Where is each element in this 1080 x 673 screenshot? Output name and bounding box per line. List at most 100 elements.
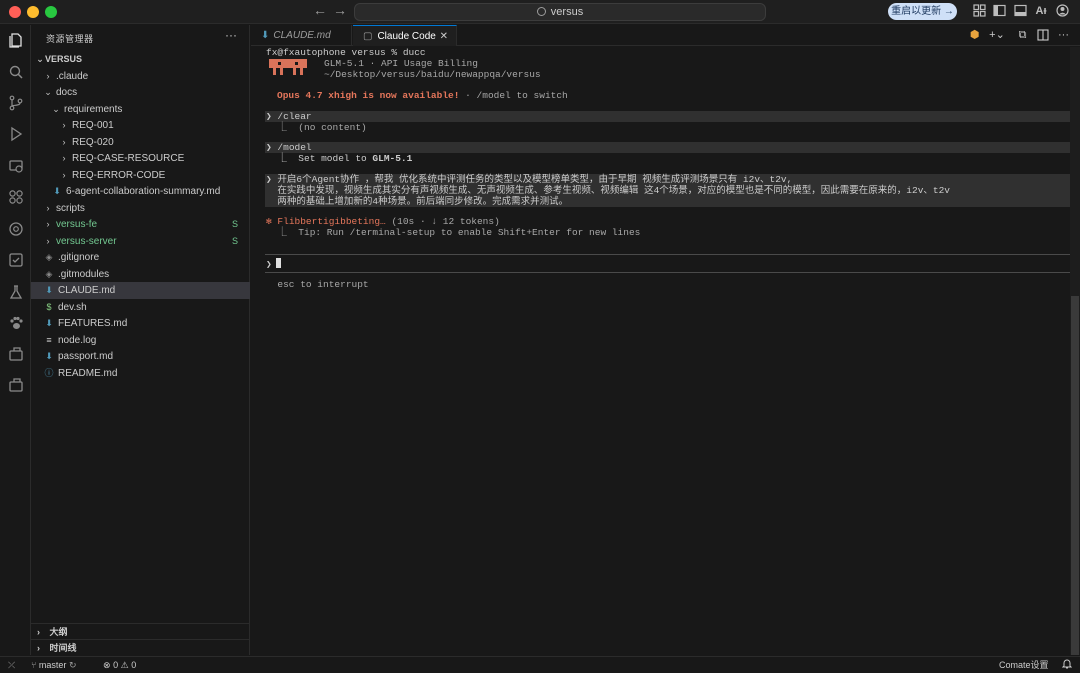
tree-item-label: requirements [64, 103, 123, 115]
tree-folder[interactable]: › scripts [31, 200, 250, 217]
search-icon[interactable] [7, 64, 24, 81]
claude-logo-icon [269, 59, 307, 75]
window-minimize-button[interactable] [27, 6, 39, 18]
toggle-panel-icon[interactable] [1013, 4, 1027, 18]
tree-folder[interactable]: › versus-server S [31, 233, 250, 250]
font-size-icon[interactable]: Aᵻ [1034, 4, 1048, 18]
tree-folder[interactable]: › REQ-020 [31, 134, 250, 151]
tree-file[interactable]: ≡ node.log [31, 332, 250, 349]
back-arrow-icon[interactable]: ← [313, 2, 327, 18]
tab-claude-code[interactable]: ▢ Claude Code ✕ [353, 25, 457, 46]
source-control-icon[interactable] [7, 95, 24, 112]
tree-item-label: REQ-ERROR-CODE [72, 169, 166, 181]
explorer-header: 资源管理器 [46, 34, 94, 44]
tree-folder[interactable]: › REQ-001 [31, 117, 250, 134]
panel-window-icon[interactable] [7, 346, 24, 363]
tree-file[interactable]: ⬇ FEATURES.md [31, 315, 250, 332]
model-output-line: ⎿ Set model to GLM-5.1 [266, 153, 412, 164]
chevron-right-icon: › [62, 153, 66, 163]
tree-file[interactable]: ◈ .gitmodules [31, 266, 250, 283]
remote-indicator-icon[interactable]: ⤫ [8, 657, 15, 673]
git-branch-label: master [38, 660, 67, 670]
toggle-primary-sidebar-icon[interactable] [992, 4, 1006, 18]
cube-icon[interactable]: ⬢ [968, 29, 981, 42]
forward-arrow-icon[interactable]: → [333, 2, 347, 18]
flask-icon[interactable] [7, 284, 24, 301]
run-debug-icon[interactable] [7, 126, 24, 143]
tree-file[interactable]: ⓘ README.md [31, 365, 250, 382]
tab-claude-md[interactable]: ⬇ CLAUDE.md [251, 25, 352, 46]
chevron-right-icon: › [46, 219, 50, 229]
more-actions-icon[interactable]: ··· [1057, 29, 1070, 42]
status-meta: (10s · ↓ 12 tokens) [385, 216, 500, 227]
clear-command: ❯ /clear [266, 111, 312, 122]
chevron-down-icon: ⌄ [52, 103, 60, 114]
explorer-more-actions-icon[interactable]: ··· [225, 28, 237, 42]
tree-file[interactable]: ◈ .gitignore [31, 249, 250, 266]
window-close-button[interactable] [9, 6, 21, 18]
tree-item-label: scripts [56, 202, 85, 214]
timeline-label: 时间线 [49, 643, 77, 653]
tree-item-label: passport.md [58, 351, 114, 362]
input-separator-bottom [265, 272, 1070, 273]
tree-file[interactable]: ⬇ passport.md [31, 348, 250, 365]
log-file-icon: ≡ [46, 334, 52, 345]
extensions-icon[interactable] [7, 189, 24, 206]
chevron-right-icon: › [37, 643, 40, 653]
tree-folder[interactable]: ⌄ docs [31, 84, 250, 101]
sync-icon: ↻ [68, 660, 77, 670]
tree-folder[interactable]: › versus-fe S [31, 216, 250, 233]
notifications-bell-icon[interactable] [1061, 657, 1073, 673]
remote-explorer-icon[interactable] [7, 158, 24, 175]
problems-indicator[interactable]: ⊗ 0 ⚠ 0 [103, 657, 136, 673]
tree-folder[interactable]: › REQ-ERROR-CODE [31, 167, 250, 184]
shell-script-icon: $ [46, 301, 52, 312]
paw-icon[interactable] [7, 315, 24, 332]
claude-code-terminal[interactable]: fx@fxautophone versus % ducc GLM-5.1 · A… [251, 47, 1070, 655]
tree-file[interactable]: ⬇ CLAUDE.md [31, 282, 250, 299]
tree-item-label: REQ-020 [72, 136, 114, 148]
error-count: 0 [113, 660, 119, 670]
markdown-file-icon: ⬇ [45, 318, 53, 328]
tree-folder[interactable]: › REQ-CASE-RESOURCE [31, 150, 250, 167]
tree-file[interactable]: ⬇ 6-agent-collaboration-summary.md [31, 183, 250, 200]
restart-to-update-button[interactable]: 重启以更新 → [888, 3, 957, 20]
chrome-icon[interactable] [7, 221, 24, 238]
input-line[interactable]: ❯ [266, 258, 281, 270]
error-icon: ⊗ [103, 660, 111, 670]
open-in-new-window-icon[interactable]: ⧉ [1016, 29, 1029, 42]
tree-folder[interactable]: › .claude [31, 68, 250, 85]
tree-item-label: 6-agent-collaboration-summary.md [66, 186, 221, 197]
git-file-icon: ◈ [45, 268, 53, 279]
tree-item-label: FEATURES.md [58, 318, 128, 329]
window-maximize-button[interactable] [45, 6, 57, 18]
editor-tab-bar: ⬇ CLAUDE.md ▢ Claude Code ✕ ⬢ +⌄ ⧉ ··· [251, 25, 1080, 46]
workspace-root[interactable]: ⌄VERSUS [31, 51, 250, 68]
split-editor-icon[interactable] [1036, 29, 1049, 42]
account-icon[interactable] [1055, 4, 1069, 18]
git-branch[interactable]: ⑂ master ↻ [31, 657, 77, 673]
user-message-line-3: 两种的基础上增加新的4种场景。前后端同步修改。完成需求并测试。 [266, 196, 569, 207]
interrupt-hint: esc to interrupt [266, 279, 369, 290]
testing-checklist-icon[interactable] [7, 252, 24, 269]
explorer-icon[interactable] [7, 32, 24, 49]
close-icon[interactable]: ✕ [440, 26, 448, 47]
tree-item-label: .gitignore [58, 252, 100, 263]
panel-window-icon-2[interactable] [7, 377, 24, 394]
timeline-section[interactable]: › 时间线 [31, 639, 250, 656]
new-terminal-icon[interactable]: +⌄ [988, 29, 1006, 42]
customize-layout-icon[interactable] [972, 4, 986, 18]
terminal-tab-icon: ▢ [363, 31, 373, 42]
model-billing-line: GLM-5.1 · API Usage Billing [324, 58, 478, 69]
command-center-search[interactable]: versus [354, 3, 766, 21]
tip-line: ⎿ Tip: Run /terminal-setup to enable Shi… [266, 227, 641, 238]
user-message-line-1: ❯ 开启6个Agent协作 ，帮我 优化系统中评测任务的类型以及模型榜单类型，由… [266, 174, 793, 185]
tree-folder[interactable]: ⌄ requirements [31, 101, 250, 118]
tree-item-label: README.md [58, 367, 118, 379]
comate-settings[interactable]: Comate设置 [999, 657, 1049, 673]
opus-suffix: · /model to switch [459, 90, 568, 101]
terminal-scrollbar-thumb[interactable] [1071, 296, 1079, 655]
tree-file[interactable]: $ dev.sh [31, 299, 250, 316]
outline-section[interactable]: › 大纲 [31, 623, 250, 640]
text-cursor [275, 258, 281, 268]
